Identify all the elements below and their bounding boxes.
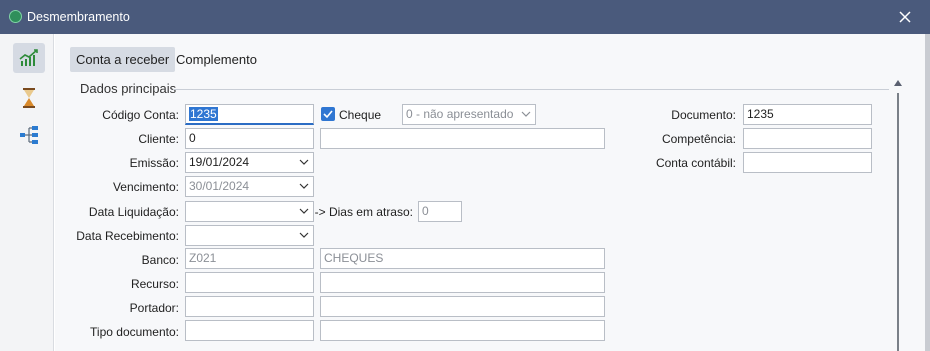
hourglass-icon — [23, 88, 35, 108]
label-competencia: Competência: — [661, 132, 736, 146]
label-vencimento: Vencimento: — [112, 180, 179, 194]
section-title: Dados principais — [80, 81, 177, 96]
label-codigo-conta: Código Conta: — [102, 108, 179, 122]
portador-code-input[interactable] — [185, 296, 314, 317]
app-icon — [9, 10, 22, 23]
label-portador: Portador: — [129, 301, 179, 315]
label-banco: Banco: — [141, 253, 179, 267]
emissao-date-picker[interactable]: 19/01/2024 — [185, 152, 314, 173]
vertical-scrollbar[interactable] — [897, 93, 899, 351]
label-recurso: Recurso: — [130, 277, 179, 291]
cheque-status-value: 0 - não apresentado — [406, 107, 514, 121]
chevron-down-icon — [521, 111, 531, 117]
window-edge — [925, 34, 930, 351]
tipo-documento-code-input[interactable] — [185, 320, 314, 341]
label-conta-contabil: Conta contábil: — [655, 156, 736, 170]
recurso-code-input[interactable] — [185, 272, 314, 293]
tipo-documento-name-input[interactable] — [320, 320, 605, 341]
cheque-status-select[interactable]: 0 - não apresentado — [402, 104, 536, 125]
documento-input[interactable]: 1235 — [743, 104, 872, 125]
chevron-down-icon — [299, 232, 309, 238]
label-tipo-documento: Tipo documento: — [90, 325, 179, 339]
codigo-conta-value: 1235 — [189, 107, 218, 121]
data-recebimento-date-picker[interactable] — [185, 225, 314, 246]
section-divider — [173, 89, 889, 90]
documento-value: 1235 — [747, 107, 774, 121]
cliente-code-input[interactable]: 0 — [185, 128, 314, 149]
chart-trend-icon — [19, 49, 38, 66]
recurso-name-input[interactable] — [320, 272, 605, 293]
dias-em-atraso-input[interactable]: 0 — [418, 201, 462, 222]
codigo-conta-input[interactable]: 1235 — [185, 104, 314, 125]
vencimento-value: 30/01/2024 — [189, 179, 250, 193]
label-data-recebimento: Data Recebimento: — [76, 229, 179, 243]
emissao-value: 19/01/2024 — [189, 155, 250, 169]
cheque-checkbox[interactable] — [321, 107, 335, 121]
banco-name-input[interactable]: CHEQUES — [320, 248, 605, 269]
label-data-liquidacao: Data Liquidação: — [88, 205, 179, 219]
label-emissao: Emissão: — [129, 156, 179, 170]
cliente-code-value: 0 — [189, 131, 196, 145]
label-dias-em-atraso: -> Dias em atraso: — [314, 205, 413, 219]
tab-conta-a-receber[interactable]: Conta a receber — [70, 47, 176, 72]
label-cliente: Cliente: — [138, 132, 179, 146]
vencimento-date-picker[interactable]: 30/01/2024 — [185, 176, 314, 197]
cliente-name-input[interactable] — [320, 128, 605, 149]
banco-code-input[interactable]: Z021 — [185, 248, 314, 269]
portador-name-input[interactable] — [320, 296, 605, 317]
chevron-down-icon — [299, 183, 309, 189]
close-icon — [899, 11, 911, 23]
sidebar-item-chart[interactable] — [13, 43, 45, 73]
banco-code-value: Z021 — [189, 251, 217, 265]
tab-complemento[interactable]: Complemento — [170, 47, 263, 72]
window-title: Desmembramento — [27, 10, 130, 24]
scroll-up-icon[interactable] — [893, 78, 903, 88]
competencia-input[interactable] — [743, 128, 872, 149]
label-documento: Documento: — [671, 108, 736, 122]
conta-contabil-input[interactable] — [743, 152, 872, 173]
dias-em-atraso-value: 0 — [422, 204, 429, 218]
checkmark-icon — [323, 110, 333, 119]
cheque-label: Cheque — [339, 108, 382, 122]
close-button[interactable] — [893, 4, 919, 30]
banco-name-value: CHEQUES — [324, 251, 384, 265]
title-bar: Desmembramento — [0, 0, 930, 34]
chevron-down-icon — [299, 159, 309, 165]
